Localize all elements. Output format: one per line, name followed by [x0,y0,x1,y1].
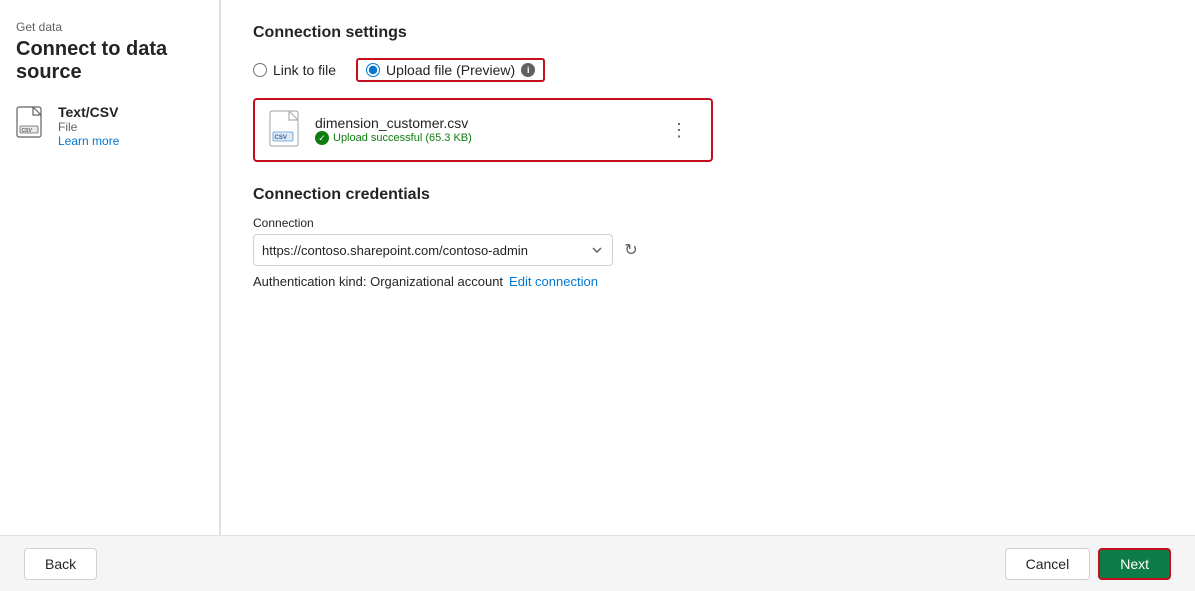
refresh-icon[interactable]: ↻ [621,240,641,260]
link-to-file-option[interactable]: Link to file [253,62,336,78]
content-area: Connection settings Link to file Upload … [221,0,1195,535]
link-to-file-radio[interactable] [253,63,267,77]
footer-left: Back [24,548,97,580]
connection-settings-title: Connection settings [253,24,1163,42]
info-icon[interactable]: i [521,63,535,77]
file-details: dimension_customer.csv ✓ Upload successf… [315,115,472,145]
credentials-title: Connection credentials [253,186,1163,204]
check-icon: ✓ [315,131,329,145]
file-name: dimension_customer.csv [315,115,472,131]
link-to-file-label: Link to file [273,62,336,78]
radio-group: Link to file Upload file (Preview) i [253,58,1163,82]
source-info: Text/CSV File Learn more [58,104,119,148]
page-title: Connect to data source [16,38,203,84]
auth-kind-text: Authentication kind: Organizational acco… [253,274,503,289]
credentials-section: Connection credentials Connection https:… [253,186,1163,289]
upload-status: ✓ Upload successful (65.3 KB) [315,131,472,145]
upload-file-option[interactable]: Upload file (Preview) i [356,58,545,82]
learn-more-link[interactable]: Learn more [58,134,119,148]
upload-file-radio[interactable] [366,63,380,77]
upload-file-label: Upload file (Preview) [386,62,515,78]
source-name: Text/CSV [58,104,119,120]
source-type: File [58,120,119,134]
file-csv-icon: CSV [269,110,305,150]
upload-file-option-box: Upload file (Preview) i [356,58,545,82]
text-csv-icon: CSV [16,106,48,142]
next-button[interactable]: Next [1098,548,1171,580]
breadcrumb: Get data [16,20,203,34]
file-info: CSV dimension_customer.csv ✓ Upload succ… [269,110,472,150]
footer: Back Cancel Next [0,535,1195,591]
sidebar: Get data Connect to data source CSV Text… [0,0,220,535]
connection-row: https://contoso.sharepoint.com/contoso-a… [253,234,1163,266]
source-item: CSV Text/CSV File Learn more [16,104,203,148]
edit-connection-link[interactable]: Edit connection [509,274,598,289]
cancel-button[interactable]: Cancel [1005,548,1091,580]
upload-status-text: Upload successful (65.3 KB) [333,132,472,144]
auth-kind-row: Authentication kind: Organizational acco… [253,274,1163,289]
footer-right: Cancel Next [1005,548,1171,580]
more-options-button[interactable]: ⋮ [662,116,697,145]
file-upload-box: CSV dimension_customer.csv ✓ Upload succ… [253,98,713,162]
svg-text:CSV: CSV [275,135,287,141]
connection-label: Connection [253,216,1163,230]
svg-text:CSV: CSV [22,128,33,134]
connection-select[interactable]: https://contoso.sharepoint.com/contoso-a… [253,234,613,266]
back-button[interactable]: Back [24,548,97,580]
